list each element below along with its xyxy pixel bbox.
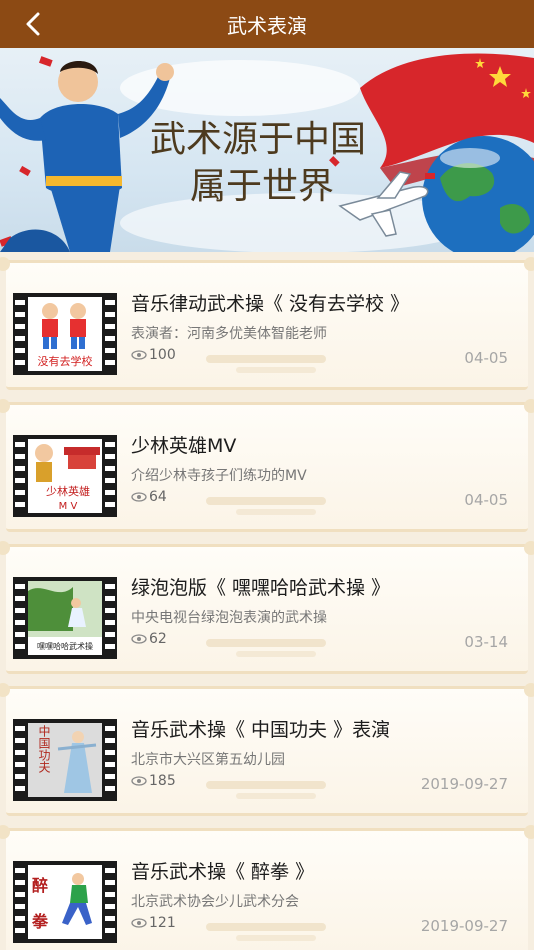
view-count-value: 64 bbox=[149, 489, 167, 505]
film-strip bbox=[105, 722, 115, 798]
card-decoration bbox=[236, 935, 316, 941]
item-subtitle: 中央电视台绿泡泡表演的武术操 bbox=[131, 610, 327, 626]
thumbnail-caption: 没有去学校 bbox=[38, 354, 93, 368]
eye-icon bbox=[131, 634, 147, 644]
item-subtitle: 北京武术协会少儿武术分会 bbox=[131, 894, 299, 910]
thumbnail-caption: 醉 bbox=[32, 876, 48, 895]
item-date: 2019-09-27 bbox=[420, 917, 508, 935]
view-count: 121 bbox=[131, 915, 176, 931]
film-strip bbox=[105, 580, 115, 656]
film-strip bbox=[15, 864, 25, 940]
list-item[interactable]: 嘿嘿哈哈武术操 绿泡泡版《 嘿嘿哈哈武术操 》 中央电视台绿泡泡表演的武术操 6… bbox=[0, 541, 534, 674]
card-decoration bbox=[206, 923, 326, 931]
eye-icon bbox=[131, 350, 147, 360]
film-strip bbox=[105, 296, 115, 372]
thumbnail-image: 中国功夫 bbox=[28, 723, 102, 797]
banner-image[interactable]: 武术源于中国 属于世界 bbox=[0, 48, 534, 252]
card-decoration bbox=[236, 793, 316, 799]
top-bar: 武术表演 bbox=[0, 0, 534, 48]
film-strip bbox=[15, 580, 25, 656]
film-strip bbox=[15, 296, 25, 372]
eye-icon bbox=[131, 492, 147, 502]
card-decoration bbox=[206, 355, 326, 363]
video-thumbnail[interactable]: 嘿嘿哈哈武术操 bbox=[13, 577, 117, 659]
view-count-value: 62 bbox=[149, 631, 167, 647]
thumbnail-image: 嘿嘿哈哈武术操 bbox=[28, 581, 102, 655]
item-subtitle: 表演者：河南多优美体智能老师 bbox=[131, 326, 327, 342]
thumbnail-caption: 中国功夫 bbox=[37, 724, 51, 774]
page-title: 武术表演 bbox=[227, 13, 307, 38]
card-decoration bbox=[206, 497, 326, 505]
card-decoration bbox=[236, 509, 316, 515]
video-thumbnail[interactable]: 少林英雄 M V bbox=[13, 435, 117, 517]
card-decoration bbox=[206, 639, 326, 647]
thumbnail-image: 少林英雄 M V bbox=[28, 439, 102, 513]
item-title: 音乐律动武术操《 没有去学校 》 bbox=[131, 293, 410, 315]
list-item[interactable]: 醉 拳 音乐武术操《 醉拳 》 北京武术协会少儿武术分会 121 2019-09… bbox=[0, 825, 534, 950]
item-title: 音乐武术操《 醉拳 》 bbox=[131, 861, 315, 883]
back-arrow-icon[interactable] bbox=[20, 10, 48, 38]
thumbnail-caption: 少林英雄 bbox=[46, 484, 90, 498]
film-strip bbox=[105, 438, 115, 514]
thumbnail-caption: M V bbox=[59, 501, 78, 512]
item-title: 少林英雄MV bbox=[131, 435, 237, 457]
film-strip bbox=[15, 722, 25, 798]
eye-icon bbox=[131, 776, 147, 786]
item-title: 绿泡泡版《 嘿嘿哈哈武术操 》 bbox=[131, 577, 391, 599]
view-count: 185 bbox=[131, 773, 176, 789]
view-count: 64 bbox=[131, 489, 167, 505]
list-item[interactable]: 没有去学校 音乐律动武术操《 没有去学校 》 表演者：河南多优美体智能老师 10… bbox=[0, 257, 534, 390]
list-item[interactable]: 少林英雄 M V 少林英雄MV 介绍少林寺孩子们练功的MV 64 04-05 bbox=[0, 399, 534, 532]
thumbnail-image: 没有去学校 bbox=[28, 297, 102, 371]
eye-icon bbox=[131, 918, 147, 928]
view-count-value: 121 bbox=[149, 915, 176, 931]
video-thumbnail[interactable]: 没有去学校 bbox=[13, 293, 117, 375]
thumbnail-caption: 嘿嘿哈哈武术操 bbox=[37, 641, 93, 651]
video-thumbnail[interactable]: 醉 拳 bbox=[13, 861, 117, 943]
thumbnail-image: 醉 拳 bbox=[28, 865, 102, 939]
film-strip bbox=[15, 438, 25, 514]
view-count: 62 bbox=[131, 631, 167, 647]
card-decoration bbox=[236, 367, 316, 373]
item-subtitle: 北京市大兴区第五幼儿园 bbox=[131, 752, 285, 768]
banner-line1: 武术源于中国 bbox=[150, 119, 366, 160]
item-date: 03-14 bbox=[464, 633, 508, 651]
item-date: 04-05 bbox=[464, 349, 508, 367]
item-title: 音乐武术操《 中国功夫 》表演 bbox=[131, 719, 391, 741]
banner-line2: 属于世界 bbox=[190, 166, 334, 207]
banner-art: 武术源于中国 属于世界 bbox=[0, 53, 534, 252]
list-item[interactable]: 中国功夫 音乐武术操《 中国功夫 》表演 北京市大兴区第五幼儿园 185 201… bbox=[0, 683, 534, 816]
view-count-value: 100 bbox=[149, 347, 176, 363]
film-strip bbox=[105, 864, 115, 940]
item-subtitle: 介绍少林寺孩子们练功的MV bbox=[131, 468, 307, 484]
card-decoration bbox=[236, 651, 316, 657]
video-thumbnail[interactable]: 中国功夫 bbox=[13, 719, 117, 801]
card-decoration bbox=[206, 781, 326, 789]
video-list: 没有去学校 音乐律动武术操《 没有去学校 》 表演者：河南多优美体智能老师 10… bbox=[0, 252, 534, 950]
view-count: 100 bbox=[131, 347, 176, 363]
item-date: 04-05 bbox=[464, 491, 508, 509]
thumbnail-caption: 拳 bbox=[31, 912, 49, 931]
item-date: 2019-09-27 bbox=[420, 775, 508, 793]
view-count-value: 185 bbox=[149, 773, 176, 789]
